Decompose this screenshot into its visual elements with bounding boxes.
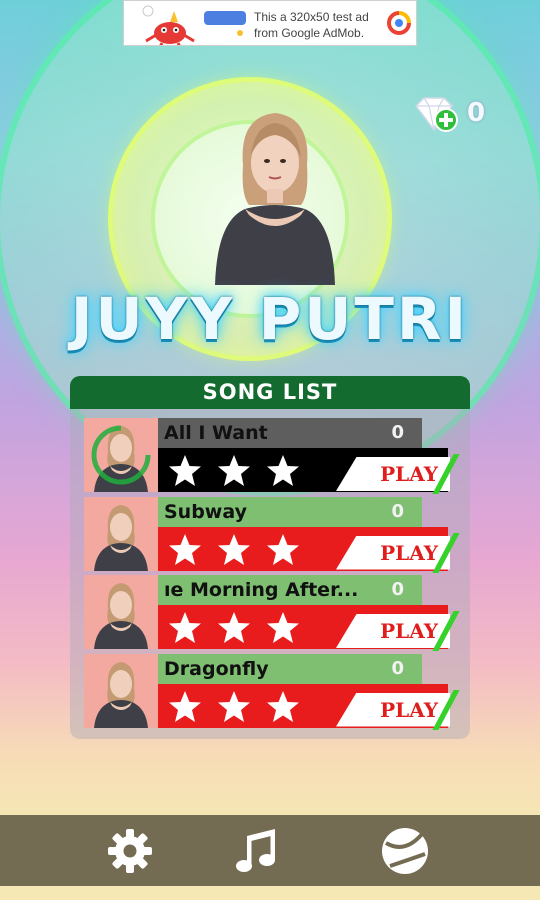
star-icon (267, 455, 299, 486)
song-list-title: SONG LIST (70, 376, 470, 409)
ad-text: This a 320x50 test ad from Google AdMob. (254, 10, 369, 40)
song-list-panel: SONG LIST All I Want 0 PLAY Subway 0 PLA… (70, 376, 470, 739)
gem-count: 0 (467, 98, 486, 128)
song-score: 0 (391, 500, 404, 522)
admob-logo-icon (387, 11, 411, 35)
star-icon (218, 690, 250, 722)
song-title-bar: All I Want 0 (158, 418, 422, 448)
star-icon (169, 455, 201, 486)
song-score: 0 (391, 422, 404, 443)
song-title: Dragonfly (164, 657, 269, 680)
ball-icon[interactable] (378, 824, 432, 878)
artist-thumbnail-image (84, 496, 158, 571)
music-note-icon[interactable] (231, 824, 285, 878)
star-icon (218, 455, 250, 486)
star-icon (267, 533, 299, 565)
song-thumbnail (84, 575, 158, 649)
add-gems-button[interactable] (412, 96, 464, 136)
artist-name: JUYY PUTRI (70, 285, 470, 353)
progress-ring-icon (91, 425, 151, 485)
artist-thumbnail-image (84, 653, 158, 728)
song-row[interactable]: Dragonfly 0 PLAY (84, 653, 468, 730)
star-icon (218, 612, 250, 643)
song-title: All I Want (164, 422, 268, 444)
ad-mascot-image (142, 5, 246, 45)
artist-thumbnail-image (84, 575, 158, 649)
artist-photo (215, 113, 335, 285)
song-thumbnail (84, 418, 158, 492)
bottom-nav-bar (0, 815, 540, 886)
star-icon (169, 533, 201, 565)
song-thumbnail (84, 496, 158, 571)
song-row[interactable]: ıe Morning After... 0 PLAY (84, 575, 468, 651)
star-icon (169, 612, 201, 643)
song-score: 0 (391, 657, 404, 679)
song-row[interactable]: Subway 0 PLAY (84, 496, 468, 573)
star-icon (218, 533, 250, 565)
diamond-plus-icon (415, 97, 458, 132)
song-title-bar: Subway 0 (158, 496, 422, 527)
song-thumbnail (84, 653, 158, 728)
gear-icon[interactable] (103, 824, 157, 878)
star-icon (267, 690, 299, 722)
song-title: Subway (164, 500, 247, 523)
song-row[interactable]: All I Want 0 PLAY (84, 418, 468, 494)
song-title: ıe Morning After... (164, 579, 359, 601)
song-title-bar: Dragonfly 0 (158, 653, 422, 684)
song-score: 0 (391, 579, 404, 600)
star-icon (169, 690, 201, 722)
star-icon (267, 612, 299, 643)
ad-banner[interactable]: This a 320x50 test ad from Google AdMob. (123, 0, 417, 46)
song-title-bar: ıe Morning After... 0 (158, 575, 422, 605)
